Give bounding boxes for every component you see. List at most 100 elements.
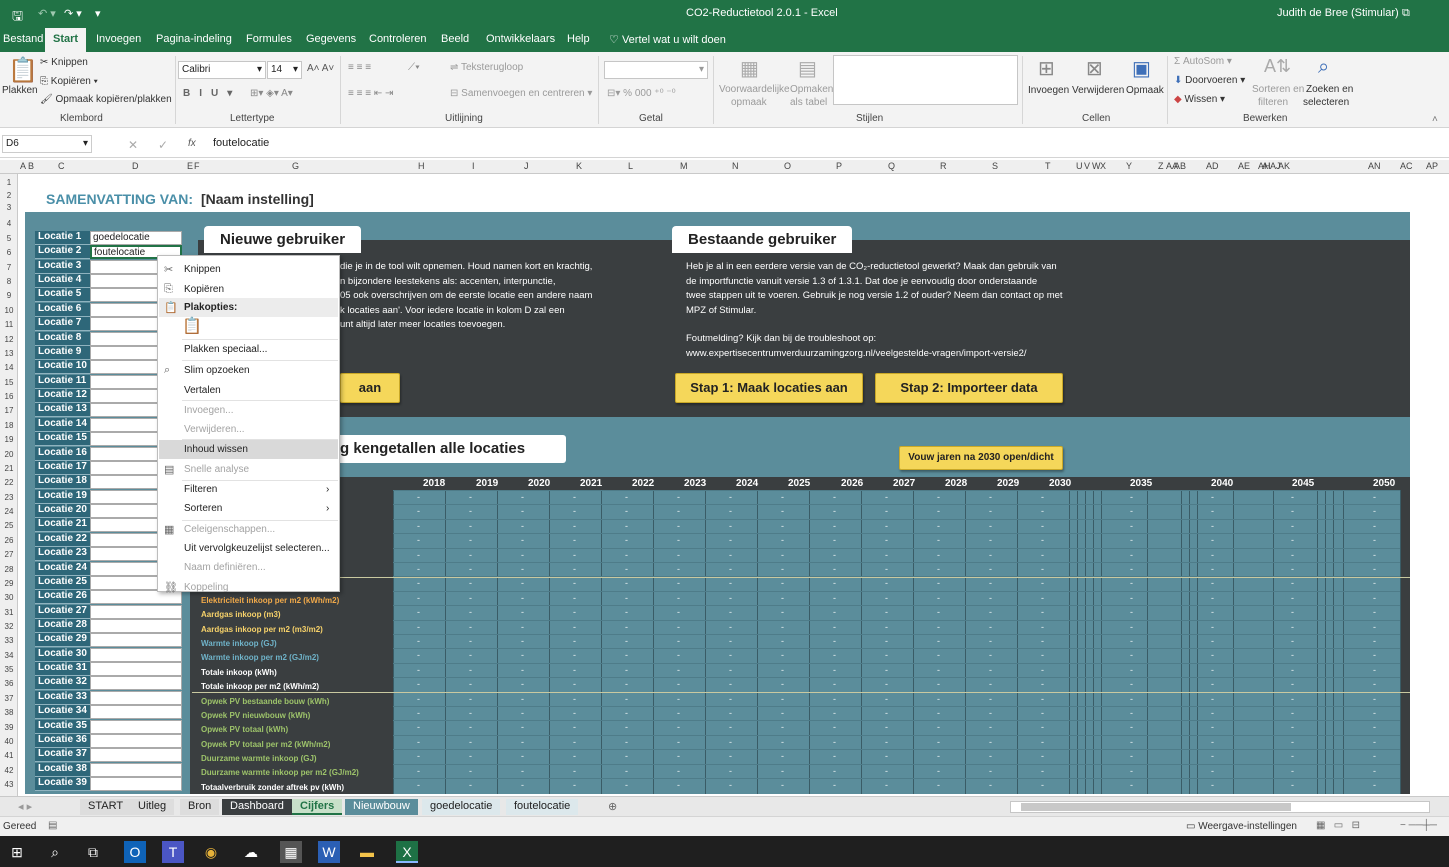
- tab-gegevens[interactable]: Gegevens: [306, 33, 356, 45]
- column-header[interactable]: R: [940, 161, 947, 171]
- tab-goedelocatie[interactable]: goedelocatie: [422, 799, 501, 815]
- row-header[interactable]: 33: [0, 636, 18, 645]
- location-value[interactable]: [90, 676, 182, 691]
- tab-nieuwbouw[interactable]: Nieuwbouw: [345, 799, 418, 815]
- location-value[interactable]: [90, 777, 182, 792]
- fill-button[interactable]: ⬇ Doorvoeren ▾: [1174, 75, 1245, 86]
- calculator-icon[interactable]: ▦: [280, 841, 302, 863]
- tab-bestand[interactable]: Bestand: [3, 33, 43, 45]
- row-header[interactable]: 9: [0, 291, 18, 300]
- save-icon[interactable]: 🖫: [12, 7, 23, 29]
- tab-controleren[interactable]: Controleren: [369, 33, 426, 45]
- enter-icon[interactable]: ✓: [158, 138, 168, 152]
- outlook-icon[interactable]: O: [124, 841, 146, 863]
- location-value[interactable]: [90, 633, 182, 648]
- word-icon[interactable]: W: [318, 841, 340, 863]
- location-value[interactable]: [90, 719, 182, 734]
- tab-invoegen[interactable]: Invoegen: [96, 33, 141, 45]
- row-header[interactable]: 22: [0, 478, 18, 487]
- add-sheet-icon[interactable]: ⊕: [600, 799, 625, 815]
- row-header[interactable]: 27: [0, 550, 18, 559]
- location-value[interactable]: [90, 733, 182, 748]
- row-header[interactable]: 28: [0, 565, 18, 574]
- location-value[interactable]: goedelocatie: [90, 231, 182, 245]
- column-header[interactable]: S: [992, 161, 998, 171]
- align-top-icons[interactable]: ≡ ≡ ≡: [348, 62, 371, 73]
- column-header[interactable]: D: [132, 161, 139, 171]
- context-item[interactable]: Inhoud wissen: [184, 444, 248, 455]
- row-header[interactable]: 21: [0, 464, 18, 473]
- row-header[interactable]: 35: [0, 665, 18, 674]
- ribbon-display-icon[interactable]: ⧉: [1402, 7, 1410, 20]
- delete-cells-button[interactable]: Verwijderen: [1072, 85, 1124, 96]
- row-header[interactable]: 36: [0, 679, 18, 688]
- windows-start-icon[interactable]: ⊞: [6, 841, 28, 863]
- sort-filter-icon[interactable]: A⇅: [1264, 56, 1291, 77]
- copy-button[interactable]: ⎘ Kopiëren ▾: [40, 76, 98, 87]
- row-header[interactable]: 11: [0, 320, 18, 329]
- row-header[interactable]: 25: [0, 521, 18, 530]
- column-header[interactable]: E: [187, 161, 193, 171]
- toggle-years-button[interactable]: Vouw jaren na 2030 open/dicht: [899, 446, 1063, 470]
- row-header[interactable]: 42: [0, 766, 18, 775]
- horizontal-scrollbar[interactable]: [1010, 801, 1430, 813]
- column-header[interactable]: Q: [888, 161, 895, 171]
- search-icon[interactable]: ⌕: [1318, 56, 1329, 79]
- row-header[interactable]: 30: [0, 593, 18, 602]
- formula-input[interactable]: foutelocatie: [210, 135, 1448, 153]
- row-header[interactable]: 37: [0, 694, 18, 703]
- step2-button[interactable]: Stap 2: Importeer data: [875, 373, 1063, 403]
- row-header[interactable]: 31: [0, 608, 18, 617]
- font-size-input[interactable]: 14 ▾: [267, 61, 302, 79]
- context-item[interactable]: Kopiëren: [184, 284, 224, 295]
- search-icon[interactable]: ⌕: [44, 841, 66, 863]
- row-header[interactable]: 10: [0, 306, 18, 315]
- row-header[interactable]: 14: [0, 363, 18, 372]
- row-header[interactable]: 39: [0, 723, 18, 732]
- number-format-icons[interactable]: ⊟▾ % 000 ⁺⁰ ⁻⁰: [607, 88, 676, 99]
- context-item[interactable]: Verwijderen...: [184, 424, 245, 435]
- excel-icon[interactable]: X: [396, 841, 418, 863]
- wrap-text-button[interactable]: ⇌ Teksterugloop: [450, 62, 523, 73]
- row-header[interactable]: 7: [0, 263, 18, 272]
- grow-font-icon[interactable]: A˄ A˅: [307, 63, 334, 74]
- row-header[interactable]: 1: [0, 178, 18, 187]
- paste-option-icon[interactable]: 📋: [182, 316, 202, 336]
- row-header[interactable]: 13: [0, 349, 18, 358]
- tab-uitleg[interactable]: Uitleg: [130, 799, 175, 815]
- conditional-format-button[interactable]: Voorwaardelijke: [719, 84, 790, 95]
- location-value[interactable]: [90, 690, 182, 705]
- create-locations-button[interactable]: aan: [340, 373, 400, 403]
- troubleshoot-link[interactable]: www.expertisecentrumverduurzamingzorg.nl…: [686, 347, 1063, 362]
- row-header[interactable]: 6: [0, 248, 18, 257]
- column-header[interactable]: AP: [1426, 161, 1438, 171]
- column-header[interactable]: C: [58, 161, 65, 171]
- location-value[interactable]: [90, 647, 182, 662]
- context-item[interactable]: Sorteren: [184, 503, 222, 514]
- context-item[interactable]: Koppeling: [184, 582, 228, 593]
- tab-start[interactable]: Start: [45, 28, 87, 52]
- format-cells-button[interactable]: Opmaak: [1126, 85, 1164, 96]
- row-header[interactable]: 19: [0, 435, 18, 444]
- column-header[interactable]: V: [1084, 161, 1090, 171]
- column-header[interactable]: N: [732, 161, 739, 171]
- column-header[interactable]: A: [20, 161, 26, 171]
- column-header[interactable]: T: [1045, 161, 1051, 171]
- format-table-icon[interactable]: ▤: [798, 56, 817, 81]
- merge-center-button[interactable]: ⊟ Samenvoegen en centreren ▾: [450, 88, 592, 99]
- redo-icon[interactable]: ↷ ▾: [64, 7, 82, 20]
- column-header[interactable]: AB: [1174, 161, 1186, 171]
- chrome-icon[interactable]: ◉: [200, 841, 222, 863]
- row-header[interactable]: 20: [0, 450, 18, 459]
- cancel-icon[interactable]: ✕: [128, 138, 138, 152]
- clear-button[interactable]: ◆ Wissen ▾: [1174, 94, 1225, 105]
- column-header[interactable]: I: [472, 161, 475, 171]
- task-view-icon[interactable]: ⧉: [82, 841, 104, 863]
- context-item[interactable]: Snelle analyse: [184, 464, 249, 475]
- paste-icon[interactable]: 📋: [8, 56, 38, 85]
- cut-button[interactable]: ✂ Knippen: [40, 57, 88, 68]
- column-header[interactable]: X: [1100, 161, 1106, 171]
- tab-formules[interactable]: Formules: [246, 33, 292, 45]
- tab-pagina-indeling[interactable]: Pagina-indeling: [156, 33, 232, 45]
- row-header[interactable]: 38: [0, 708, 18, 717]
